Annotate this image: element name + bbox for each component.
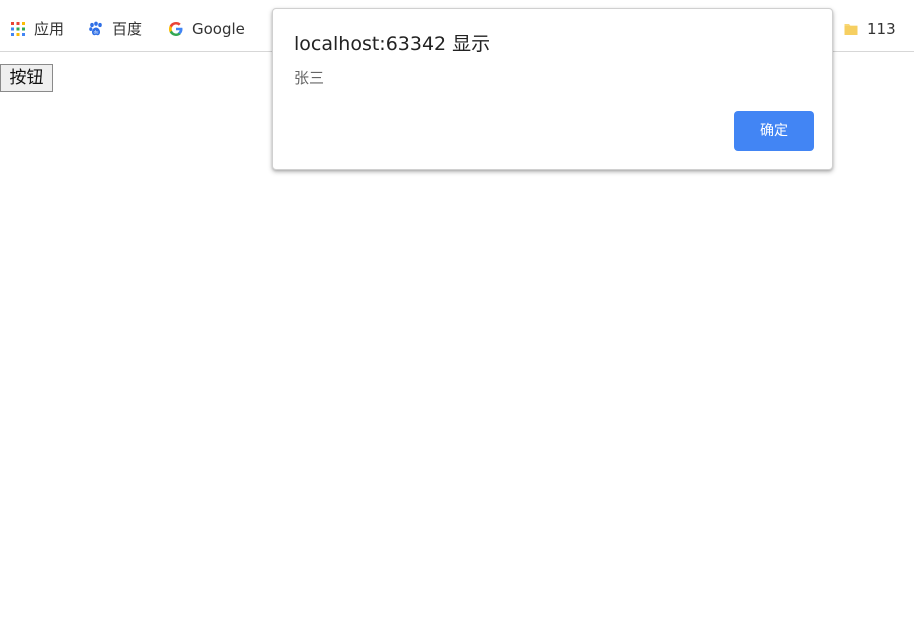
page-button[interactable]: 按钮: [0, 64, 53, 92]
baidu-paw-icon: du: [88, 21, 104, 37]
bookmark-apps[interactable]: 应用: [10, 18, 64, 40]
bookmark-apps-label: 应用: [34, 20, 65, 38]
bookmark-google-label: Google: [192, 20, 245, 38]
alert-dialog: localhost:63342 显示 张三 确定: [272, 8, 833, 170]
bookmark-folder-113[interactable]: 113: [843, 18, 896, 40]
bookmark-baidu[interactable]: du 百度: [88, 18, 142, 40]
apps-grid-icon: [10, 21, 26, 37]
google-g-icon: [168, 21, 184, 37]
dialog-message: 张三: [294, 69, 325, 87]
confirm-button[interactable]: 确定: [734, 111, 814, 151]
svg-text:du: du: [94, 29, 99, 34]
bookmark-folder-label: 113: [867, 20, 896, 38]
dialog-title: localhost:63342 显示: [294, 33, 491, 55]
bookmark-google[interactable]: Google: [168, 18, 245, 40]
folder-icon: [843, 21, 859, 37]
bookmark-baidu-label: 百度: [112, 20, 143, 38]
